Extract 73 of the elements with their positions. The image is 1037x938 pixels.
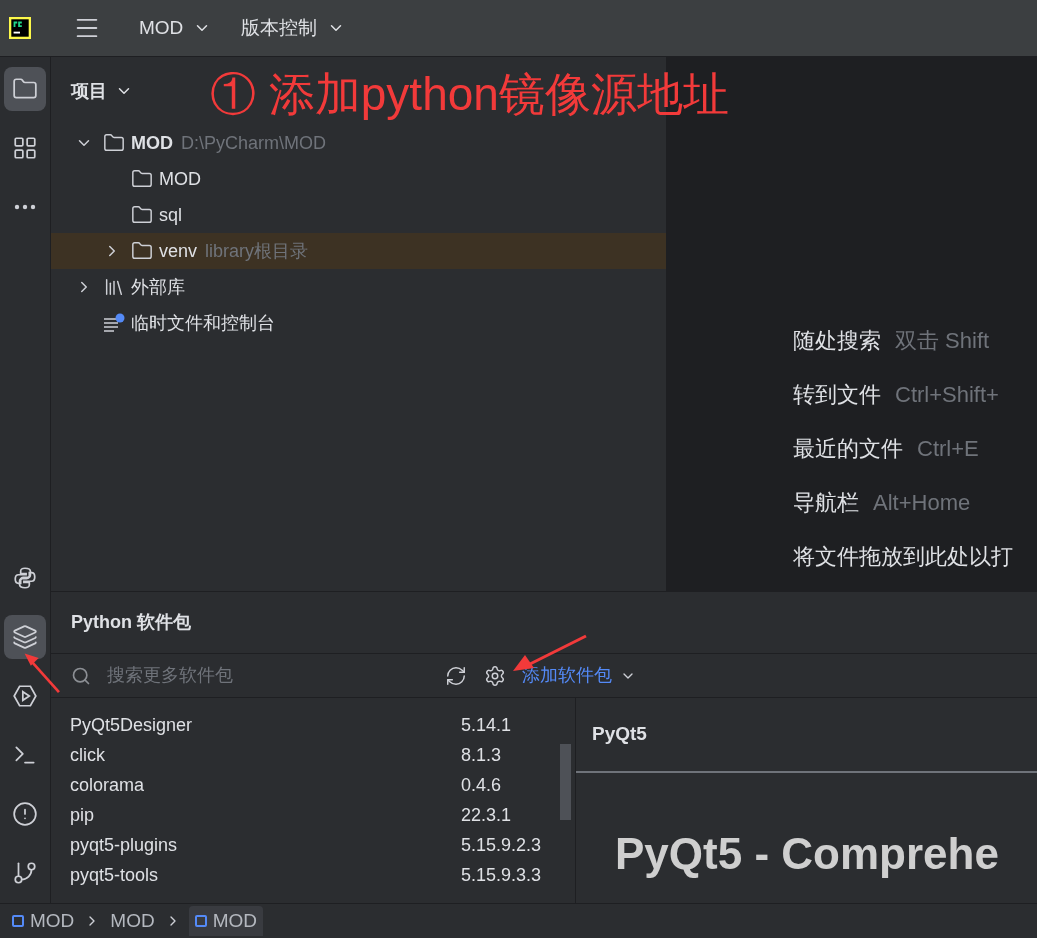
package-title: PyQt5 xyxy=(592,722,647,747)
annotation-text: ① 添加python镜像源地址 xyxy=(210,67,729,122)
scratch-icon xyxy=(103,313,125,333)
grid-icon xyxy=(12,135,38,161)
breadcrumb[interactable]: MOD xyxy=(108,906,157,936)
folder-icon xyxy=(12,76,38,102)
panel-title[interactable]: 项目 xyxy=(71,77,133,105)
play-icon xyxy=(12,683,38,709)
package-version: 5.15.9.2.3 xyxy=(461,833,542,857)
package-row[interactable]: pip 22.3.1 xyxy=(70,800,542,830)
package-name: pyqt5-tools xyxy=(70,863,160,887)
app-logo-icon xyxy=(9,17,31,39)
tree-label: MOD xyxy=(131,131,173,155)
tree-row[interactable]: sql xyxy=(51,197,666,233)
package-row[interactable]: colorama 0.4.6 xyxy=(70,770,542,800)
folder-icon xyxy=(131,204,153,226)
search-field[interactable]: 搜索更多软件包 xyxy=(51,655,427,696)
tree-row[interactable]: 外部库 xyxy=(51,269,666,305)
tree-hint: D:\PyCharm\MOD xyxy=(181,131,326,155)
tree-hint: library根目录 xyxy=(205,239,309,263)
tree-label: 临时文件和控制台 xyxy=(131,311,275,335)
package-row[interactable]: click 8.1.3 xyxy=(70,740,542,770)
tool-window-button[interactable] xyxy=(4,67,46,111)
package-name: colorama xyxy=(70,773,146,797)
tree-row[interactable]: venv library根目录 xyxy=(51,233,666,269)
more-icon xyxy=(14,204,36,210)
breadcrumb[interactable]: MOD xyxy=(188,906,263,936)
package-version: 5.15.9.3.3 xyxy=(461,863,542,887)
folder-icon xyxy=(131,168,153,190)
tree-label: 外部库 xyxy=(131,275,185,299)
shortcut-hint: 双击 Shift xyxy=(895,327,990,355)
shortcut-hint: Ctrl+E xyxy=(917,435,979,463)
package-version: 5.14.1 xyxy=(461,713,512,737)
tree-label: sql xyxy=(159,203,182,227)
folder-icon xyxy=(131,240,153,262)
title-menu[interactable]: MOD xyxy=(139,13,212,43)
shortcut-hint: Alt+Home xyxy=(873,489,971,517)
package-heading: PyQt5 - Comprehe xyxy=(615,829,999,878)
package-name: click xyxy=(70,743,106,767)
welcome-action: 随处搜索 xyxy=(793,327,881,355)
package-version: 22.3.1 xyxy=(461,803,512,827)
alert-icon xyxy=(12,801,38,827)
layers-icon xyxy=(12,624,38,650)
package-row[interactable]: pyqt5-plugins 5.15.9.2.3 xyxy=(70,830,542,860)
panel-title: Python 软件包 xyxy=(71,611,191,634)
tool-window-button[interactable] xyxy=(4,615,46,659)
package-row[interactable]: pyqt5-tools 5.15.9.3.3 xyxy=(70,860,542,890)
welcome-action: 将文件拖放到此处以打 xyxy=(793,543,1013,571)
package-version: 8.1.3 xyxy=(461,743,502,767)
package-name: PyQt5Designer xyxy=(70,713,194,737)
refresh-icon[interactable] xyxy=(445,664,467,687)
welcome-action: 导航栏 xyxy=(793,489,859,517)
branch-icon xyxy=(12,860,38,886)
settings-icon[interactable] xyxy=(484,664,506,687)
python-icon xyxy=(12,565,38,591)
welcome-action: 最近的文件 xyxy=(793,435,903,463)
title-menu[interactable]: 版本控制 xyxy=(241,13,346,43)
package-name: pyqt5-plugins xyxy=(70,833,179,857)
library-icon xyxy=(103,276,125,298)
tree-row[interactable]: MOD xyxy=(51,161,666,197)
welcome-action: 转到文件 xyxy=(793,381,881,409)
breadcrumb[interactable]: MOD xyxy=(10,906,77,936)
search-input[interactable]: 搜索更多软件包 xyxy=(107,662,427,689)
shortcut-hint: Ctrl+Shift+ xyxy=(895,381,999,409)
tree-row[interactable]: MOD D:\PyCharm\MOD xyxy=(51,125,666,161)
tree-row[interactable]: 临时文件和控制台 xyxy=(51,305,666,341)
search-icon xyxy=(71,665,91,686)
package-version: 0.4.6 xyxy=(461,773,502,797)
tree-label: MOD xyxy=(159,167,201,191)
package-row[interactable]: PyQt5Designer 5.14.1 xyxy=(70,710,542,740)
tree-label: venv xyxy=(159,239,198,263)
package-name: pip xyxy=(70,803,96,827)
folder-icon xyxy=(103,132,125,154)
